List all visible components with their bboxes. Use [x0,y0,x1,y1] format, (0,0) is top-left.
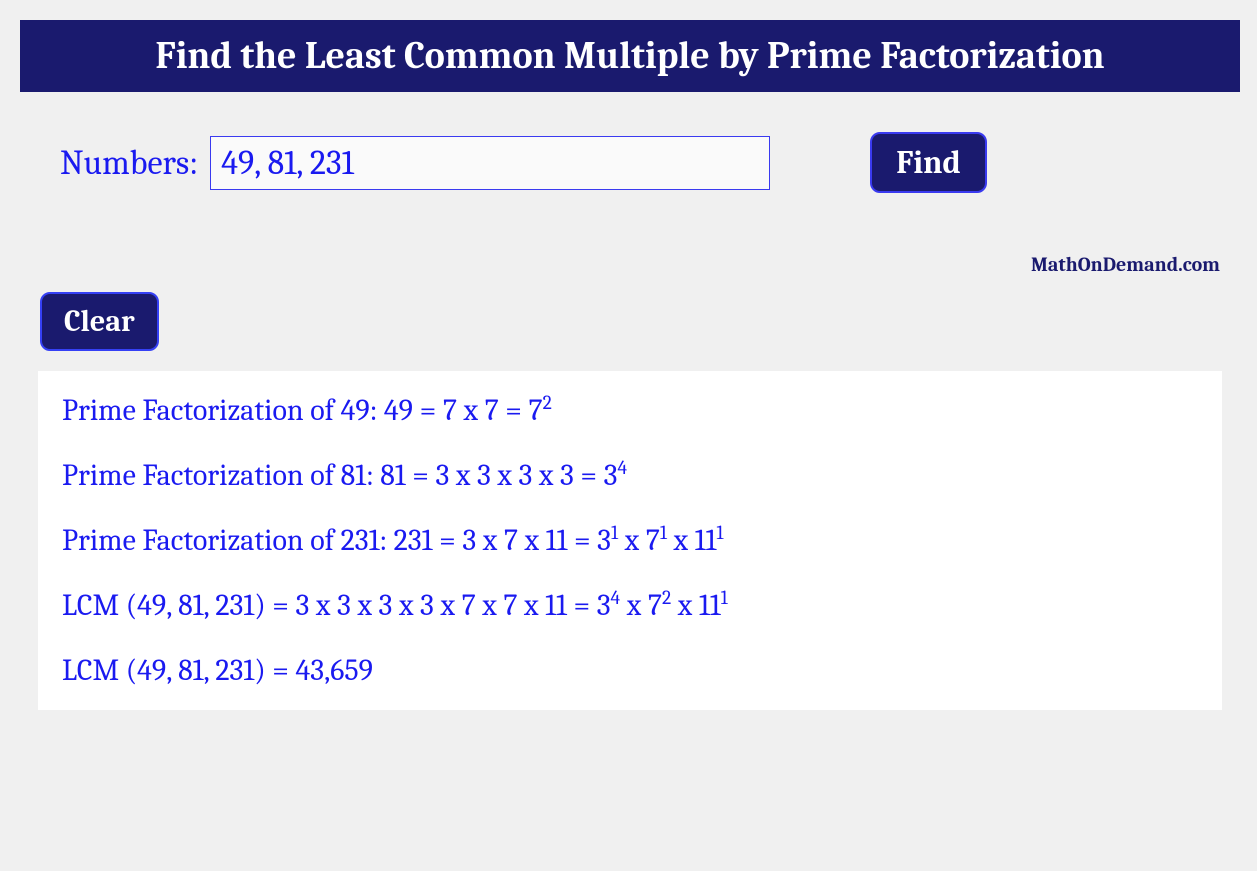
result-text: Prime Factorization of 49: 49 = 7 x 7 = … [62,393,543,428]
result-text: Prime Factorization of 231: 231 = 3 x 7 … [62,523,611,558]
result-exp: 1 [721,586,728,609]
watermark-text: MathOnDemand.com [20,203,1240,284]
result-exp: 1 [611,521,618,544]
result-text: x 11 [671,588,720,623]
result-text: x 7 [618,523,660,558]
numbers-label: Numbers: [60,143,198,183]
result-exp: 4 [617,456,627,479]
result-text: Prime Factorization of 81: 81 = 3 x 3 x … [62,458,617,493]
result-exp: 1 [716,521,723,544]
result-line: LCM (49, 81, 231) = 3 x 3 x 3 x 3 x 7 x … [62,586,1198,625]
results-panel: Prime Factorization of 49: 49 = 7 x 7 = … [38,371,1222,710]
app-container: Find the Least Common Multiple by Prime … [20,20,1240,710]
result-text: x 7 [620,588,662,623]
result-line: LCM (49, 81, 231) = 43,659 [62,651,1198,690]
result-exp: 2 [662,586,671,609]
result-line: Prime Factorization of 81: 81 = 3 x 3 x … [62,456,1198,495]
find-button[interactable]: Find [870,132,987,193]
result-exp: 1 [660,521,667,544]
page-title: Find the Least Common Multiple by Prime … [20,20,1240,92]
result-line: Prime Factorization of 231: 231 = 3 x 7 … [62,521,1198,560]
numbers-input[interactable] [210,136,770,190]
result-exp: 2 [543,391,552,414]
result-text: x 11 [667,523,716,558]
clear-button[interactable]: Clear [40,292,159,351]
input-row: Numbers: Find [20,92,1240,203]
result-line: Prime Factorization of 49: 49 = 7 x 7 = … [62,391,1198,430]
result-text: LCM (49, 81, 231) = 43,659 [62,653,373,688]
result-text: LCM (49, 81, 231) = 3 x 3 x 3 x 3 x 7 x … [62,588,611,623]
result-exp: 4 [611,586,621,609]
